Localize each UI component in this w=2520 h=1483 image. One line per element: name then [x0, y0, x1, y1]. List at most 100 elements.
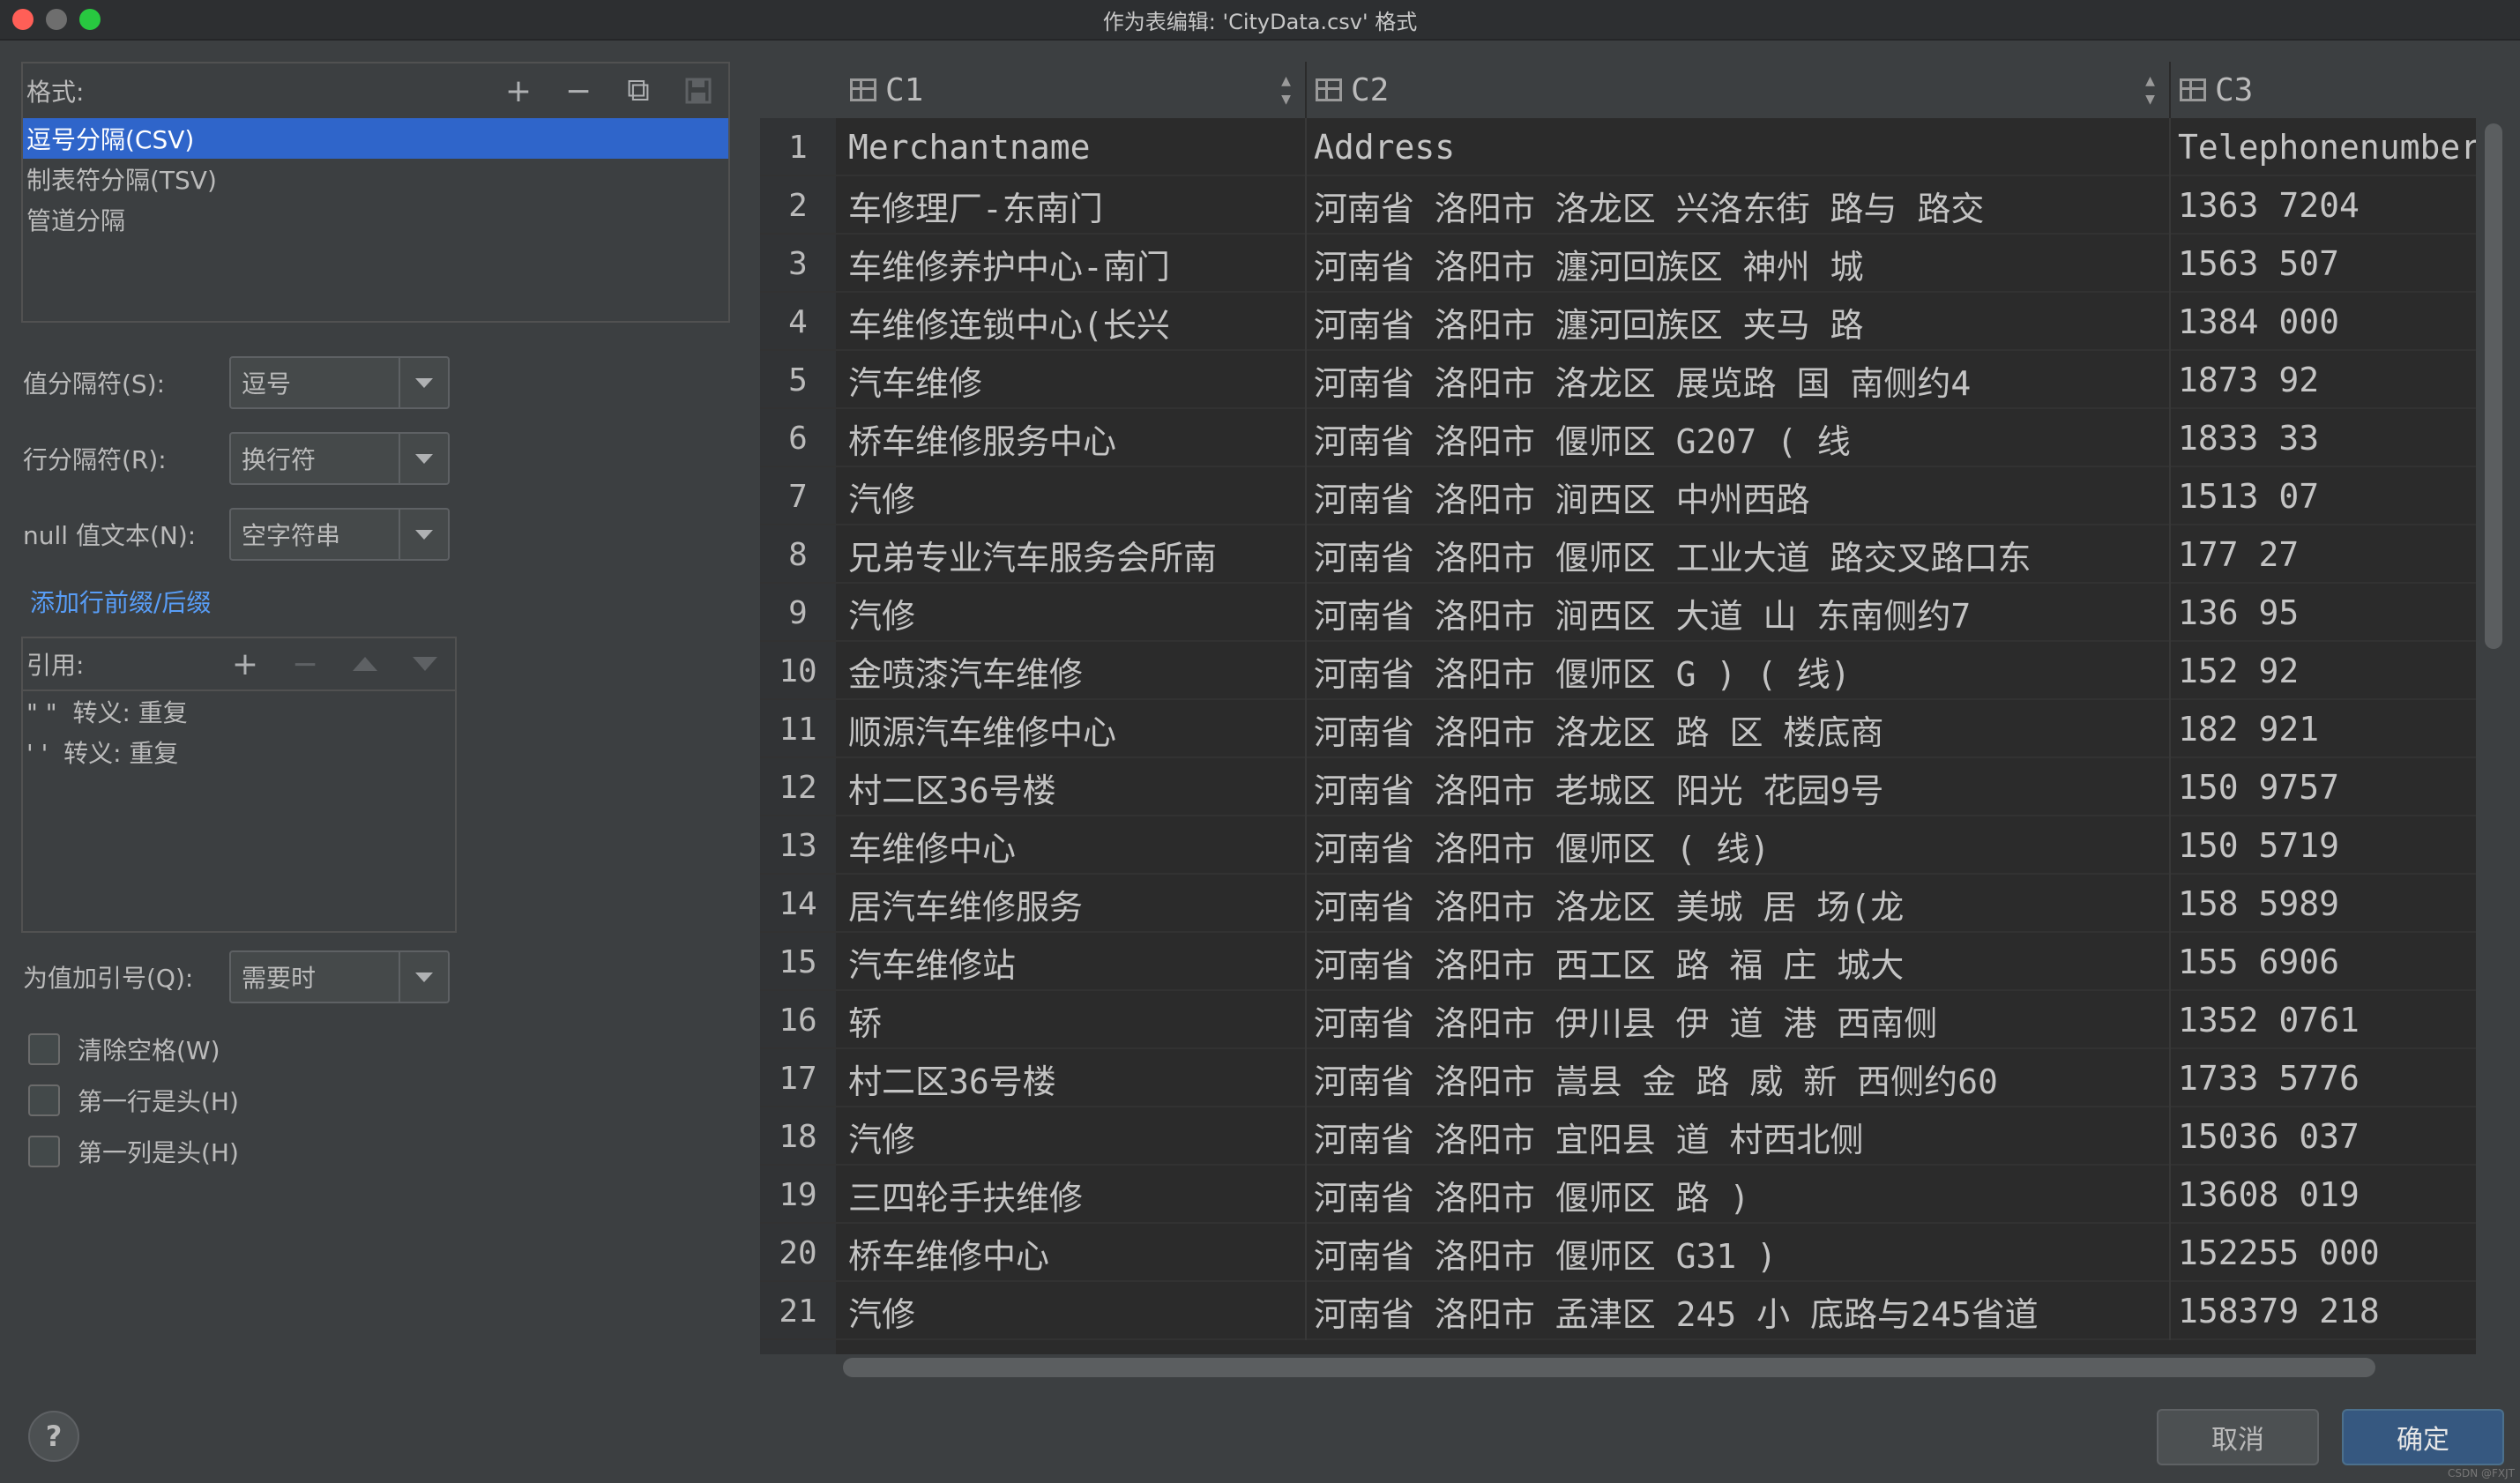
cell-address[interactable]: 河南省 洛阳市 涧西区 大道 山 东南侧约7 [1307, 584, 2171, 642]
cell-address[interactable]: Address [1307, 118, 2171, 176]
first-col-header-label[interactable]: 第一列是头(H) [78, 1134, 239, 1169]
close-window-button[interactable] [12, 9, 34, 30]
cell-telephone[interactable]: 150 5719 [2171, 816, 2476, 875]
cell-merchant-name[interactable]: 汽车维修站 [841, 933, 1307, 991]
ok-button[interactable]: 确定 [2342, 1409, 2504, 1465]
cell-telephone[interactable]: 1563 507 [2171, 235, 2476, 293]
cell-address[interactable]: 河南省 洛阳市 伊川县 伊 道 港 西南侧 [1307, 991, 2171, 1049]
horizontal-scrollbar[interactable] [843, 1358, 2375, 1377]
column-header-c2[interactable]: C2 ▲ ▼ [1307, 62, 2171, 118]
cell-telephone[interactable]: 1384 000 [2171, 293, 2476, 351]
cell-address[interactable]: 河南省 洛阳市 偃师区 工业大道 路交叉路口东 [1307, 525, 2171, 584]
chevron-down-icon[interactable] [399, 358, 448, 407]
add-quote-icon[interactable]: + [215, 637, 275, 690]
add-format-icon[interactable]: + [488, 63, 548, 118]
format-item-pipe[interactable]: 管道分隔 [23, 199, 728, 240]
cell-merchant-name[interactable]: 三四轮手扶维修 [841, 1166, 1307, 1224]
column-header-c3[interactable]: C3 [2171, 62, 2476, 118]
trim-whitespace-checkbox[interactable] [28, 1033, 60, 1065]
format-item-csv[interactable]: 逗号分隔(CSV) [23, 118, 728, 159]
cell-telephone[interactable]: 155 6906 [2171, 933, 2476, 991]
cell-telephone[interactable]: 158 5989 [2171, 875, 2476, 933]
cell-address[interactable]: 河南省 洛阳市 老城区 阳光 花园9号 [1307, 758, 2171, 816]
cell-merchant-name[interactable]: 村二区36号楼 [841, 1049, 1307, 1107]
trim-whitespace-label[interactable]: 清除空格(W) [78, 1032, 220, 1067]
table-row[interactable]: 12 村二区36号楼 河南省 洛阳市 老城区 阳光 花园9号 150 9757 [760, 758, 2476, 816]
chevron-down-icon[interactable] [399, 434, 448, 483]
cell-address[interactable]: 河南省 洛阳市 偃师区 路 ) [1307, 1166, 2171, 1224]
cell-merchant-name[interactable]: 村二区36号楼 [841, 758, 1307, 816]
first-col-header-checkbox[interactable] [28, 1136, 60, 1167]
quote-values-select[interactable]: 需要时 [229, 950, 450, 1003]
table-row[interactable]: 10 金喷漆汽车维修 河南省 洛阳市 偃师区 G ) ( 线) 152 92 [760, 642, 2476, 700]
null-text-select[interactable]: 空字符串 [229, 508, 450, 561]
table-row[interactable]: 16 轿河南省 洛阳市 伊川县 伊 道 港 西南侧 1352 0761 [760, 991, 2476, 1049]
quote-item-double[interactable]: " " 转义: 重复 [23, 691, 455, 732]
sort-icon[interactable]: ▲ ▼ [1281, 71, 1291, 108]
remove-format-icon[interactable]: − [548, 63, 608, 118]
table-row[interactable]: 1 Merchantname Address Telephonenumber [760, 118, 2476, 176]
cell-telephone[interactable]: 1833 33 [2171, 409, 2476, 467]
table-row[interactable]: 6 桥车维修服务中心 河南省 洛阳市 偃师区 G207 ( 线 1833 33 [760, 409, 2476, 467]
minimize-window-button[interactable] [46, 9, 67, 30]
cell-telephone[interactable]: 1352 0761 [2171, 991, 2476, 1049]
cell-telephone[interactable]: 152 92 [2171, 642, 2476, 700]
chevron-down-icon[interactable] [399, 952, 448, 1002]
copy-format-icon[interactable]: ⧉ [608, 63, 668, 118]
cell-telephone[interactable]: 150 9757 [2171, 758, 2476, 816]
cell-address[interactable]: 河南省 洛阳市 孟津区 245 小 底路与245省道 [1307, 1282, 2171, 1340]
cell-merchant-name[interactable]: 汽修 [841, 584, 1307, 642]
cell-merchant-name[interactable]: 兄弟专业汽车服务会所南 [841, 525, 1307, 584]
quote-item-single[interactable]: ' ' 转义: 重复 [23, 732, 455, 772]
table-row[interactable]: 8 兄弟专业汽车服务会所南 河南省 洛阳市 偃师区 工业大道 路交叉路口东 177 2… [760, 525, 2476, 584]
cell-telephone[interactable]: 1873 92 [2171, 351, 2476, 409]
first-col-header-row[interactable]: 第一列是头(H) [28, 1134, 239, 1169]
table-row[interactable]: 3 车维修养护中心-南门 河南省 洛阳市 瀍河回族区 神州 城 1563 507 [760, 235, 2476, 293]
cell-address[interactable]: 河南省 洛阳市 宜阳县 道 村西北侧 [1307, 1107, 2171, 1166]
cell-address[interactable]: 河南省 洛阳市 涧西区 中州西路 [1307, 467, 2171, 525]
cell-telephone[interactable]: Telephonenumber [2171, 118, 2476, 176]
remove-quote-icon[interactable]: − [275, 637, 335, 690]
cell-address[interactable]: 河南省 洛阳市 洛龙区 路 区 楼底商 [1307, 700, 2171, 758]
first-row-header-label[interactable]: 第一行是头(H) [78, 1083, 239, 1118]
vertical-scrollbar[interactable] [2485, 123, 2502, 649]
cell-merchant-name[interactable]: 汽车维修 [841, 351, 1307, 409]
table-row[interactable]: 19 三四轮手扶维修 河南省 洛阳市 偃师区 路 ) 13608 019 [760, 1166, 2476, 1224]
cell-merchant-name[interactable]: 车维修养护中心-南门 [841, 235, 1307, 293]
table-row[interactable]: 7 汽修 河南省 洛阳市 涧西区 中州西路 1513 07 [760, 467, 2476, 525]
row-separator-select[interactable]: 换行符 [229, 432, 450, 485]
cell-merchant-name[interactable]: 金喷漆汽车维修 [841, 642, 1307, 700]
table-row[interactable]: 13 车维修中心 河南省 洛阳市 偃师区 ( 线) 150 5719 [760, 816, 2476, 875]
cell-address[interactable]: 河南省 洛阳市 偃师区 ( 线) [1307, 816, 2171, 875]
cell-address[interactable]: 河南省 洛阳市 洛龙区 兴洛东街 路与 路交 [1307, 176, 2171, 235]
table-row[interactable]: 17 村二区36号楼 河南省 洛阳市 嵩县 金 路 威 新 西侧约60 1733 57… [760, 1049, 2476, 1107]
cell-address[interactable]: 河南省 洛阳市 偃师区 G ) ( 线) [1307, 642, 2171, 700]
table-row[interactable]: 11 顺源汽车维修中心 河南省 洛阳市 洛龙区 路 区 楼底商 182 921 [760, 700, 2476, 758]
cell-telephone[interactable]: 177 27 [2171, 525, 2476, 584]
value-separator-select[interactable]: 逗号 [229, 356, 450, 409]
cell-merchant-name[interactable]: 桥车维修中心 [841, 1224, 1307, 1282]
format-item-tsv[interactable]: 制表符分隔(TSV) [23, 159, 728, 199]
cell-merchant-name[interactable]: 车修理厂-东南门 [841, 176, 1307, 235]
cell-telephone[interactable]: 15036 037 [2171, 1107, 2476, 1166]
cell-telephone[interactable]: 13608 019 [2171, 1166, 2476, 1224]
cell-address[interactable]: 河南省 洛阳市 嵩县 金 路 威 新 西侧约60 [1307, 1049, 2171, 1107]
maximize-window-button[interactable] [79, 9, 101, 30]
save-format-icon[interactable] [668, 63, 728, 118]
cell-address[interactable]: 河南省 洛阳市 洛龙区 展览路 国 南侧约4 [1307, 351, 2171, 409]
cell-merchant-name[interactable]: 顺源汽车维修中心 [841, 700, 1307, 758]
table-row[interactable]: 14 居汽车维修服务 河南省 洛阳市 洛龙区 美城 居 场(龙 158 5989 [760, 875, 2476, 933]
cell-telephone[interactable]: 1513 07 [2171, 467, 2476, 525]
cell-merchant-name[interactable]: 汽修 [841, 1282, 1307, 1340]
trim-whitespace-row[interactable]: 清除空格(W) [28, 1032, 220, 1067]
table-row[interactable]: 9 汽修 河南省 洛阳市 涧西区 大道 山 东南侧约7 136 95 [760, 584, 2476, 642]
cell-merchant-name[interactable]: 桥车维修服务中心 [841, 409, 1307, 467]
cell-merchant-name[interactable]: 汽修 [841, 1107, 1307, 1166]
first-row-header-checkbox[interactable] [28, 1084, 60, 1116]
first-row-header-row[interactable]: 第一行是头(H) [28, 1083, 239, 1118]
move-up-icon[interactable] [335, 637, 395, 690]
cell-address[interactable]: 河南省 洛阳市 西工区 路 福 庄 城大 [1307, 933, 2171, 991]
cell-merchant-name[interactable]: 车维修连锁中心(长兴 [841, 293, 1307, 351]
column-header-c1[interactable]: C1 ▲ ▼ [841, 62, 1307, 118]
cell-telephone[interactable]: 158379 218 [2171, 1282, 2476, 1340]
